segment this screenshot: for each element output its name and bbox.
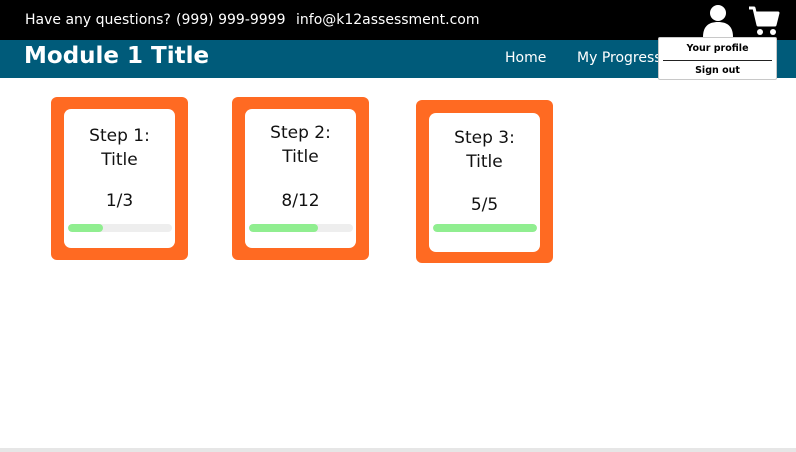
profile-dropdown: Your profile Sign out bbox=[658, 37, 777, 80]
step-label: Step 3: bbox=[454, 128, 515, 148]
user-icon[interactable] bbox=[702, 4, 734, 38]
nav-my-progress-link[interactable]: My Progress bbox=[577, 50, 662, 66]
step-card-3[interactable]: Step 3: Title 5/5 bbox=[416, 100, 553, 263]
step-progress-fill bbox=[249, 224, 319, 232]
your-profile-menu-item[interactable]: Your profile bbox=[659, 43, 776, 54]
page-title: Module 1 Title bbox=[24, 43, 210, 69]
step-progress-count: 8/12 bbox=[281, 191, 320, 211]
step-card-body: Step 1: Title 1/3 bbox=[64, 109, 175, 248]
bottom-divider bbox=[0, 448, 796, 452]
dropdown-divider bbox=[663, 60, 772, 61]
step-card-body: Step 2: Title 8/12 bbox=[245, 109, 356, 248]
step-title: Step 3: Title bbox=[429, 126, 540, 174]
sign-out-menu-item[interactable]: Sign out bbox=[659, 65, 776, 76]
step-title-text: Title bbox=[282, 147, 319, 167]
step-title-text: Title bbox=[101, 150, 138, 170]
step-progress-bar bbox=[68, 224, 172, 232]
step-progress-count: 5/5 bbox=[470, 195, 499, 215]
step-title: Step 1: Title bbox=[64, 124, 175, 172]
step-progress-fill bbox=[433, 224, 537, 232]
step-card-2[interactable]: Step 2: Title 8/12 bbox=[232, 97, 369, 260]
top-contact-bar: Have any questions? (999) 999-9999 info@… bbox=[0, 0, 796, 40]
step-label: Step 2: bbox=[270, 123, 331, 143]
contact-phone[interactable]: (999) 999-9999 bbox=[176, 12, 286, 28]
step-title-text: Title bbox=[466, 152, 503, 172]
step-progress-bar bbox=[249, 224, 353, 232]
step-title: Step 2: Title bbox=[245, 121, 356, 169]
step-card-body: Step 3: Title 5/5 bbox=[429, 113, 540, 252]
step-card-1[interactable]: Step 1: Title 1/3 bbox=[51, 97, 188, 260]
step-progress-count: 1/3 bbox=[105, 191, 134, 211]
cart-icon[interactable] bbox=[748, 4, 780, 38]
contact-email[interactable]: info@k12assessment.com bbox=[296, 12, 480, 28]
step-label: Step 1: bbox=[89, 126, 150, 146]
step-progress-fill bbox=[68, 224, 103, 232]
nav-home-link[interactable]: Home bbox=[505, 50, 546, 66]
step-progress-bar bbox=[433, 224, 537, 232]
contact-question: Have any questions? bbox=[25, 12, 171, 28]
